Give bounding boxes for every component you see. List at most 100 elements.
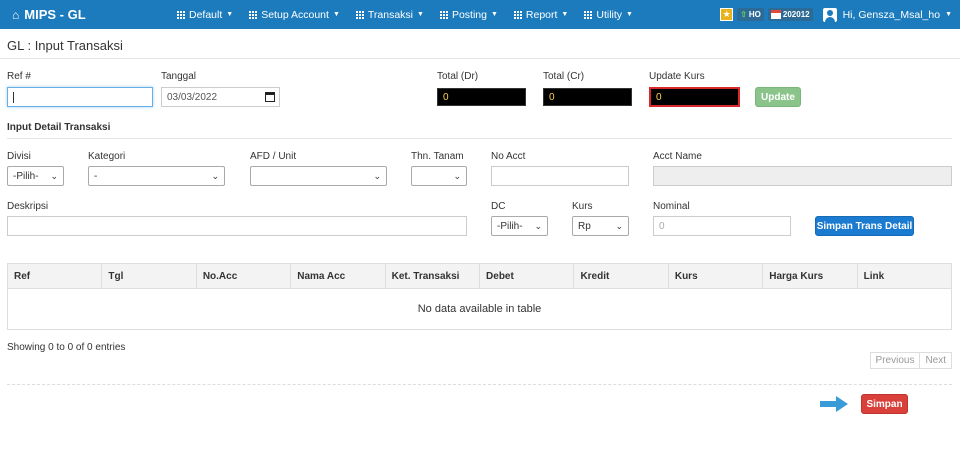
column-header-ref[interactable]: Ref <box>8 264 103 288</box>
ho-label: HO <box>748 10 761 19</box>
arrow-right-icon <box>820 396 848 412</box>
deskripsi-label: Deskripsi <box>7 201 49 212</box>
menu-setup-account[interactable]: Setup Account ▼ <box>249 9 340 21</box>
divider <box>7 138 952 139</box>
divider <box>7 384 952 385</box>
total-cr-label: Total (Cr) <box>543 71 585 82</box>
update-kurs-input[interactable]: 0 <box>649 87 740 107</box>
total-dr-field: 0 <box>437 88 526 106</box>
kategori-value: - <box>94 170 98 182</box>
dc-value: -Pilih- <box>497 220 523 232</box>
grid-icon <box>584 10 593 19</box>
update-kurs-value: 0 <box>656 91 662 103</box>
kategori-select[interactable]: - ⌄ <box>88 166 225 186</box>
user-icon <box>822 7 837 22</box>
afd-select[interactable]: ⌄ <box>250 166 387 186</box>
total-dr-value: 0 <box>443 91 449 103</box>
simpan-button[interactable]: Simpan <box>861 394 908 414</box>
column-header-tgl[interactable]: Tgl <box>102 264 197 288</box>
calendar-icon <box>770 10 781 19</box>
text-cursor <box>13 91 14 103</box>
column-header-kredit[interactable]: Kredit <box>574 264 669 288</box>
main-menu: Default ▼ Setup Account ▼ Transaksi ▼ Po… <box>177 9 649 21</box>
chevron-down-icon: ⌄ <box>211 171 219 181</box>
transaction-table: Ref Tgl No.Acc Nama Acc Ket. Transaksi D… <box>7 263 952 330</box>
chevron-down-icon: ⌄ <box>453 171 461 181</box>
column-header-harga-kurs[interactable]: Harga Kurs <box>763 264 858 288</box>
kategori-label: Kategori <box>88 151 126 162</box>
next-page-button[interactable]: Next <box>920 352 952 369</box>
afd-label: AFD / Unit <box>250 151 297 162</box>
column-header-debet[interactable]: Debet <box>480 264 575 288</box>
update-button[interactable]: Update <box>755 87 801 107</box>
divisi-select[interactable]: -Pilih- ⌄ <box>7 166 64 186</box>
caret-down-icon: ▼ <box>561 11 569 18</box>
brand[interactable]: ⌂ MIPS - GL <box>12 7 177 22</box>
caret-down-icon: ▼ <box>226 11 234 18</box>
previous-page-button[interactable]: Previous <box>869 352 921 369</box>
arrow-up-icon: ⇧ <box>740 10 747 19</box>
grid-icon <box>249 10 258 19</box>
ref-input[interactable] <box>7 87 153 107</box>
pagination: Previous Next <box>869 352 952 369</box>
deskripsi-input[interactable] <box>7 216 467 236</box>
caret-down-icon: ▼ <box>626 11 633 18</box>
ho-badge[interactable]: ⇧ HO <box>737 8 764 21</box>
ref-label: Ref # <box>7 71 31 82</box>
column-header-link[interactable]: Link <box>858 264 951 288</box>
nominal-placeholder: 0 <box>659 220 665 232</box>
column-header-no-acc[interactable]: No.Acc <box>197 264 292 288</box>
nominal-label: Nominal <box>653 201 690 212</box>
nominal-input[interactable]: 0 <box>653 216 791 236</box>
menu-label: Utility <box>596 8 623 21</box>
navbar-right: ★ ⇧ HO 202012 Hi, Gensza_Msal_ho ▼ <box>720 0 960 29</box>
divider <box>0 58 960 59</box>
kurs-select[interactable]: Rp ⌄ <box>572 216 629 236</box>
page-title: GL : Input Transaksi <box>7 38 123 53</box>
total-cr-value: 0 <box>549 91 555 103</box>
chevron-down-icon: ⌄ <box>615 221 623 231</box>
caret-down-icon: ▼ <box>332 11 340 18</box>
column-header-ket-transaksi[interactable]: Ket. Transaksi <box>386 264 481 288</box>
update-kurs-label: Update Kurs <box>649 71 705 82</box>
total-cr-field: 0 <box>543 88 632 106</box>
brand-label: MIPS - GL <box>24 7 86 22</box>
top-navbar: ⌂ MIPS - GL Default ▼ Setup Account ▼ Tr… <box>0 0 960 29</box>
period-badge[interactable]: 202012 <box>767 8 813 21</box>
user-greeting: Hi, Gensza_Msal_ho <box>842 8 941 21</box>
divisi-label: Divisi <box>7 151 31 162</box>
no-acct-label: No Acct <box>491 151 526 162</box>
menu-utility[interactable]: Utility ▼ <box>584 9 633 21</box>
menu-default[interactable]: Default ▼ <box>177 9 233 21</box>
caret-down-icon: ▼ <box>417 11 424 18</box>
thn-tanam-label: Thn. Tanam <box>411 151 464 162</box>
column-header-kurs[interactable]: Kurs <box>669 264 764 288</box>
grid-icon <box>177 10 185 19</box>
total-dr-label: Total (Dr) <box>437 71 479 82</box>
table-header: Ref Tgl No.Acc Nama Acc Ket. Transaksi D… <box>8 264 951 289</box>
user-menu[interactable]: Hi, Gensza_Msal_ho ▼ <box>822 7 952 22</box>
tanggal-date-input[interactable]: 03/03/2022 <box>161 87 280 107</box>
tanggal-value: 03/03/2022 <box>167 91 218 103</box>
menu-label: Report <box>525 8 558 21</box>
menu-transaksi[interactable]: Transaksi ▼ <box>355 8 424 21</box>
grid-icon <box>513 10 522 19</box>
menu-label: Posting <box>451 8 487 21</box>
simpan-trans-detail-button[interactable]: Simpan Trans Detail <box>815 216 914 236</box>
column-header-nama-acc[interactable]: Nama Acc <box>291 264 386 288</box>
acct-name-label: Acct Name <box>653 151 702 162</box>
thn-tanam-select[interactable]: ⌄ <box>411 166 467 186</box>
menu-label: Transaksi <box>367 8 413 21</box>
no-acct-input[interactable] <box>491 166 629 186</box>
chevron-down-icon: ⌄ <box>373 171 381 181</box>
period-label: 202012 <box>782 10 810 19</box>
kurs-value: Rp <box>578 220 591 232</box>
star-icon[interactable]: ★ <box>720 8 734 21</box>
section-title: Input Detail Transaksi <box>7 122 111 133</box>
menu-posting[interactable]: Posting ▼ <box>439 8 498 21</box>
menu-report[interactable]: Report ▼ <box>513 8 569 21</box>
divisi-value: -Pilih- <box>13 170 39 182</box>
menu-label: Default <box>189 8 223 21</box>
dc-select[interactable]: -Pilih- ⌄ <box>491 216 548 236</box>
calendar-icon[interactable] <box>265 92 275 102</box>
